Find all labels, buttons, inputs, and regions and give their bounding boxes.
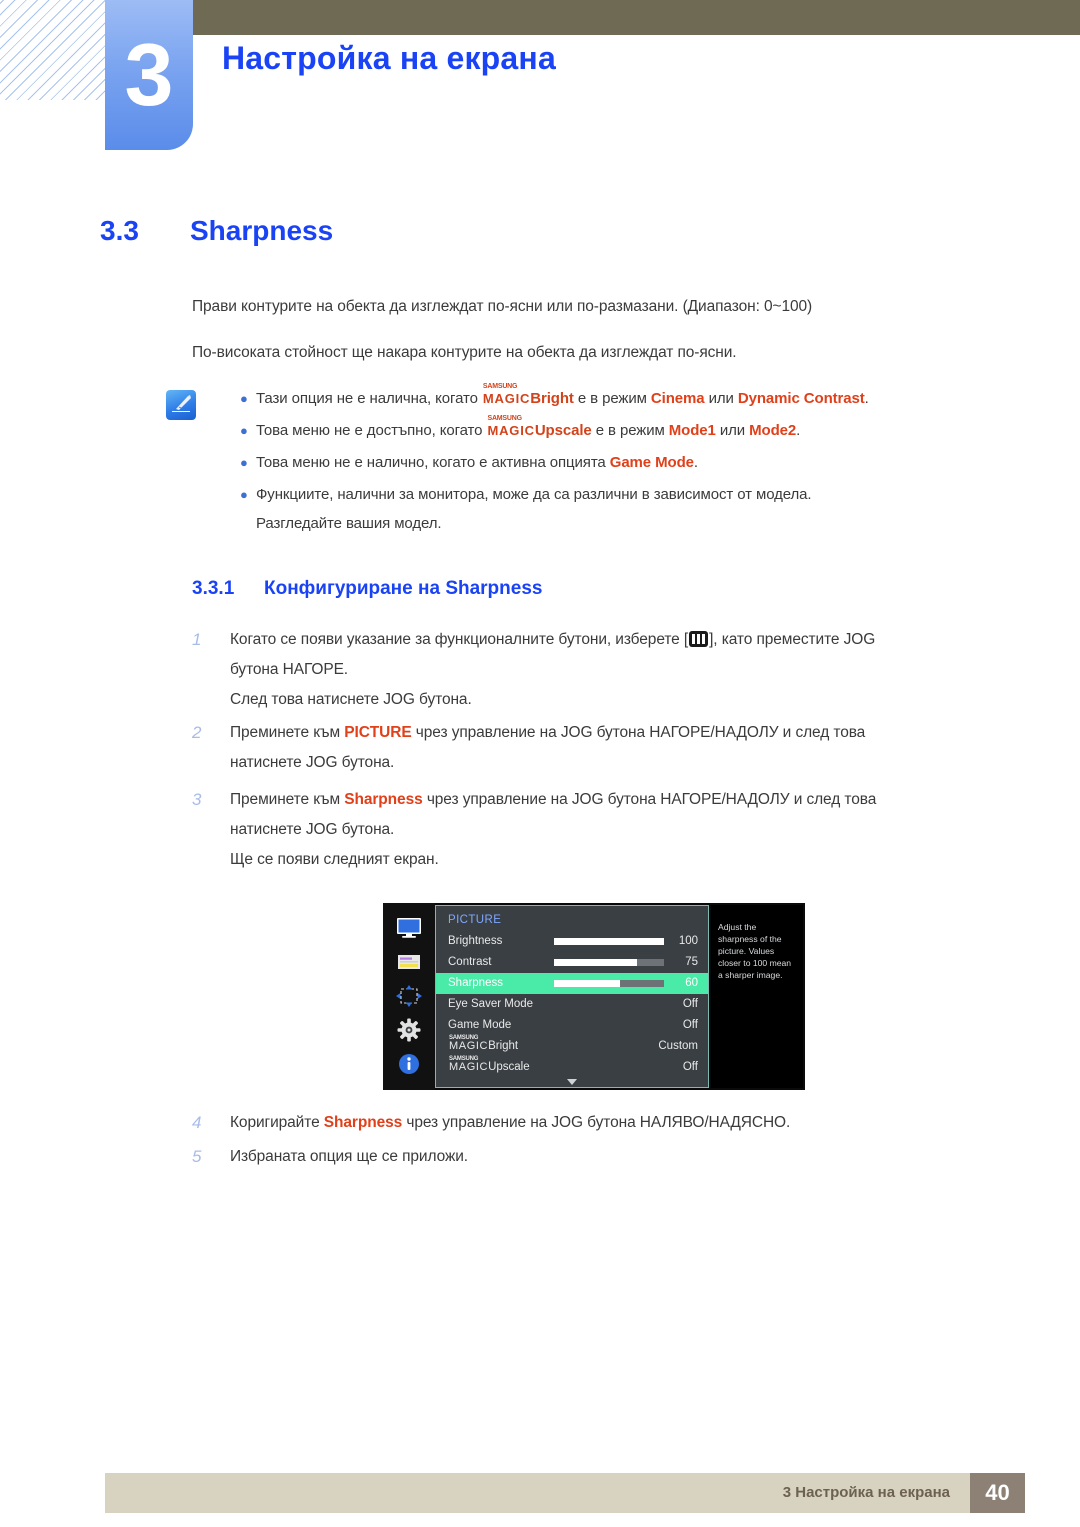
osd-row-game-mode[interactable]: Game Mode Off bbox=[436, 1015, 708, 1036]
step-number: 3 bbox=[192, 790, 202, 809]
menu-bars-icon bbox=[689, 631, 709, 647]
note-item-text: Функциите, налични за монитора, може да … bbox=[256, 486, 812, 532]
monitor-picture-icon[interactable] bbox=[392, 913, 426, 943]
gear-settings-icon[interactable] bbox=[392, 1015, 426, 1045]
osd-row-brightness[interactable]: Brightness 100 bbox=[436, 931, 708, 952]
osd-row-magicupscale[interactable]: SAMSUNG MAGICUpscale Off bbox=[436, 1056, 708, 1078]
bullet-icon: ● bbox=[240, 487, 248, 502]
osd-row-label: Sharpness bbox=[448, 977, 503, 989]
osd-row-value: Custom bbox=[658, 1040, 698, 1052]
osd-row-value: Off bbox=[682, 1019, 698, 1031]
note-item: ● Тази опция не е налична, когато SAMSUN… bbox=[240, 383, 1040, 410]
osd-menu-panel: PICTURE Brightness 100 Contrast 75 Sharp… bbox=[435, 905, 709, 1088]
magic-logo: SAMSUNG MAGIC bbox=[449, 1056, 489, 1073]
step-number: 5 bbox=[192, 1147, 202, 1166]
step-number: 2 bbox=[192, 723, 202, 742]
osd-row-label: Brightness bbox=[448, 935, 503, 947]
info-circle-icon[interactable] bbox=[392, 1049, 426, 1079]
osd-row-label: SAMSUNG MAGICBright bbox=[449, 1035, 519, 1052]
note-item-text: Тази опция не е налична, когато SAMSUNG M… bbox=[256, 383, 869, 407]
osd-menu-title: PICTURE bbox=[448, 914, 502, 926]
note-item-text: Това меню не е налично, когато е активна… bbox=[256, 454, 698, 471]
osd-row-sharpness[interactable]: Sharpness 60 bbox=[436, 973, 708, 994]
osd-row-value: 100 bbox=[678, 935, 698, 947]
chapter-title: Настройка на екрана bbox=[222, 40, 556, 76]
osd-row-value: Off bbox=[682, 998, 698, 1010]
note-item: ● Функциите, налични за монитора, може д… bbox=[240, 484, 1040, 535]
osd-help-text: Adjust the sharpness of the picture. Val… bbox=[711, 905, 803, 1088]
header-olive-bar bbox=[190, 0, 1080, 35]
step-text: Преминете към PICTURE чрез управление на… bbox=[230, 724, 866, 741]
step-number: 1 bbox=[192, 630, 202, 649]
step-item: 1 Когато се появи указание за функционал… bbox=[192, 625, 1002, 715]
step-item: 4 Коригирайте Sharpness чрез управление … bbox=[192, 1108, 1002, 1138]
page-number-badge: 40 bbox=[970, 1473, 1025, 1513]
osd-row-value: 60 bbox=[685, 977, 698, 989]
step-text-line2: бутона НАГОРЕ. bbox=[230, 661, 349, 678]
step-text: Коригирайте Sharpness чрез управление на… bbox=[230, 1114, 791, 1131]
step-text-line3: Ще се появи следният екран. bbox=[230, 851, 439, 868]
step-text-line3: След това натиснете JOG бутона. bbox=[230, 691, 472, 708]
note-item-text: Това меню не е достъпно, когато SAMSUNG M… bbox=[256, 415, 801, 439]
diagonal-hatch-icon bbox=[0, 0, 108, 100]
osd-slider[interactable] bbox=[554, 959, 664, 966]
osd-row-contrast[interactable]: Contrast 75 bbox=[436, 952, 708, 973]
step-text-line2: натиснете JOG бутона. bbox=[230, 821, 395, 838]
section-paragraph-1: Прави контурите на обекта да изглеждат п… bbox=[192, 298, 813, 315]
position-arrows-icon[interactable] bbox=[392, 981, 426, 1011]
note-list: ● Тази опция не е налична, когато SAMSUN… bbox=[240, 383, 1040, 545]
subsection-heading: 3.3.1 Конфигуриране на Sharpness bbox=[192, 578, 542, 600]
osd-slider[interactable] bbox=[554, 980, 664, 987]
osd-row-label: Game Mode bbox=[448, 1019, 512, 1031]
note-item: ● Това меню не е достъпно, когато SAMSUN… bbox=[240, 415, 1040, 442]
step-item: 3 Преминете към Sharpness чрез управлени… bbox=[192, 785, 1002, 875]
osd-icon-rail bbox=[383, 903, 435, 1090]
section-number: 3.3 bbox=[100, 215, 139, 246]
osd-row-label: Eye Saver Mode bbox=[448, 998, 534, 1010]
osd-row-label: SAMSUNG MAGICUpscale bbox=[449, 1056, 530, 1073]
osd-display-icon[interactable] bbox=[392, 947, 426, 977]
osd-row-eye-saver-mode[interactable]: Eye Saver Mode Off bbox=[436, 994, 708, 1015]
section-paragraph-2: По-високата стойност ще накара контурите… bbox=[192, 344, 737, 361]
note-item: ● Това меню не е налично, когато е актив… bbox=[240, 452, 1040, 474]
page-header: 3 Настройка на екрана bbox=[0, 0, 1080, 160]
bullet-icon: ● bbox=[240, 391, 248, 406]
subsection-number: 3.3.1 bbox=[192, 578, 235, 599]
section-title: Sharpness bbox=[190, 215, 334, 246]
magic-logo: SAMSUNG MAGIC bbox=[482, 383, 531, 406]
step-text: Избраната опция ще се приложи. bbox=[230, 1148, 468, 1165]
step-number: 4 bbox=[192, 1113, 202, 1132]
magic-logo: SAMSUNG MAGIC bbox=[487, 415, 535, 438]
bullet-icon: ● bbox=[240, 423, 248, 438]
note-pencil-icon bbox=[166, 390, 196, 420]
step-item: 2 Преминете към PICTURE чрез управление … bbox=[192, 718, 1002, 778]
osd-slider[interactable] bbox=[554, 938, 664, 945]
osd-screenshot: PICTURE Brightness 100 Contrast 75 Sharp… bbox=[383, 903, 805, 1090]
step-text-line2: натиснете JOG бутона. bbox=[230, 754, 395, 771]
magic-logo: SAMSUNG MAGIC bbox=[449, 1035, 489, 1052]
chevron-down-icon[interactable] bbox=[567, 1079, 577, 1085]
osd-row-value: 75 bbox=[685, 956, 698, 968]
footer-chapter-label: 3 Настройка на екрана bbox=[782, 1484, 950, 1501]
osd-row-value: Off bbox=[682, 1061, 698, 1073]
step-text: Преминете към Sharpness чрез управление … bbox=[230, 791, 877, 808]
osd-row-magicbright[interactable]: SAMSUNG MAGICBright Custom bbox=[436, 1035, 708, 1057]
bullet-icon: ● bbox=[240, 455, 248, 470]
osd-row-label: Contrast bbox=[448, 956, 492, 968]
step-item: 5 Избраната опция ще се приложи. bbox=[192, 1142, 1002, 1172]
subsection-title: Конфигуриране на Sharpness bbox=[264, 578, 543, 599]
page-footer: 3 Настройка на екрана 40 bbox=[105, 1473, 1025, 1513]
step-text: Когато се появи указание за функционални… bbox=[230, 631, 876, 648]
chapter-number-badge: 3 bbox=[105, 0, 193, 150]
